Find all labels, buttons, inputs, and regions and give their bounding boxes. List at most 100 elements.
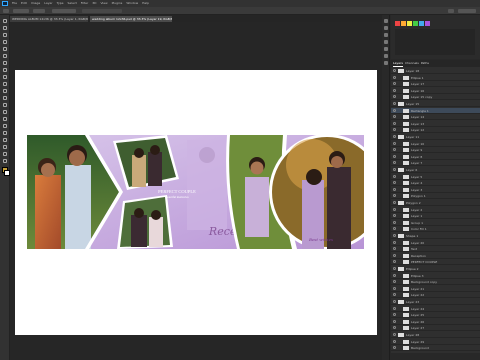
visibility-eye-icon[interactable] bbox=[393, 286, 396, 290]
menu-select[interactable]: Select bbox=[68, 0, 77, 7]
visibility-eye-icon[interactable] bbox=[393, 187, 396, 191]
layer-row[interactable]: Layer 17 bbox=[391, 81, 480, 88]
visibility-eye-icon[interactable] bbox=[393, 220, 396, 224]
eyedropper-tool-icon[interactable] bbox=[2, 61, 8, 66]
layer-row[interactable]: Reception bbox=[391, 253, 480, 259]
menu-filter[interactable]: Filter bbox=[81, 0, 88, 7]
layer-row[interactable]: Polygon 2 bbox=[391, 200, 480, 206]
layer-row[interactable]: Layer 10 bbox=[391, 141, 480, 147]
layer-row[interactable]: Layer 1 bbox=[391, 213, 480, 220]
layer-row[interactable]: Layer 21 bbox=[391, 286, 480, 292]
layer-row[interactable]: PERFECT COUPLE bbox=[391, 259, 480, 266]
swatch-purple[interactable] bbox=[425, 21, 430, 26]
blur-tool-icon[interactable] bbox=[2, 110, 8, 115]
tab-paths[interactable]: Paths bbox=[421, 60, 429, 67]
tab-layers[interactable]: Layers bbox=[393, 60, 403, 67]
show-transform-controls[interactable] bbox=[52, 9, 76, 13]
visibility-eye-icon[interactable] bbox=[393, 121, 396, 125]
visibility-eye-icon[interactable] bbox=[393, 141, 396, 145]
visibility-eye-icon[interactable] bbox=[393, 306, 396, 310]
visibility-eye-icon[interactable] bbox=[393, 293, 396, 297]
hand-tool-icon[interactable] bbox=[2, 152, 8, 157]
visibility-eye-icon[interactable] bbox=[393, 181, 396, 185]
layer-row[interactable]: Layer 8 bbox=[391, 154, 480, 160]
menu-3d[interactable]: 3D bbox=[92, 0, 96, 7]
visibility-eye-icon[interactable] bbox=[393, 95, 396, 99]
visibility-eye-icon[interactable] bbox=[393, 260, 396, 264]
layer-row[interactable]: Group 1 bbox=[391, 220, 480, 226]
visibility-eye-icon[interactable] bbox=[393, 326, 396, 330]
marquee-tool-icon[interactable] bbox=[2, 26, 8, 31]
visibility-eye-icon[interactable] bbox=[393, 247, 396, 251]
visibility-eye-icon[interactable] bbox=[393, 346, 396, 350]
layer-row[interactable]: Layer 27 bbox=[391, 325, 480, 332]
search-icon[interactable] bbox=[448, 9, 454, 13]
brushes-icon[interactable] bbox=[384, 47, 388, 51]
move-tool-icon[interactable] bbox=[3, 9, 9, 13]
layer-row[interactable]: Layer 4 bbox=[391, 180, 480, 187]
visibility-eye-icon[interactable] bbox=[393, 227, 396, 231]
move-tool-icon[interactable] bbox=[2, 19, 8, 24]
path-select-tool-icon[interactable] bbox=[2, 138, 8, 143]
visibility-eye-icon[interactable] bbox=[393, 207, 396, 211]
visibility-eye-icon[interactable] bbox=[393, 135, 396, 138]
menu-window[interactable]: Window bbox=[126, 0, 138, 7]
eraser-tool-icon[interactable] bbox=[2, 96, 8, 101]
layer-row[interactable]: Rectangle 1 bbox=[391, 107, 480, 114]
layer-row[interactable]: Ellipse 3 bbox=[391, 273, 480, 279]
visibility-eye-icon[interactable] bbox=[393, 88, 396, 92]
adjustments-icon[interactable] bbox=[384, 33, 388, 37]
visibility-eye-icon[interactable] bbox=[393, 333, 396, 336]
swatch-orange[interactable] bbox=[401, 21, 406, 26]
layer-row[interactable]: Layer 20 bbox=[391, 240, 480, 246]
visibility-eye-icon[interactable] bbox=[393, 313, 396, 317]
layer-row[interactable]: Layer 26 bbox=[391, 319, 480, 325]
menu-view[interactable]: View bbox=[100, 0, 107, 7]
visibility-eye-icon[interactable] bbox=[393, 148, 396, 152]
visibility-eye-icon[interactable] bbox=[393, 234, 396, 237]
history-icon[interactable] bbox=[384, 19, 388, 23]
layer-dropdown[interactable] bbox=[33, 9, 45, 13]
layer-row[interactable]: Layer 15 bbox=[391, 101, 480, 107]
dodge-tool-icon[interactable] bbox=[2, 117, 8, 122]
shape-tool-icon[interactable] bbox=[2, 145, 8, 150]
visibility-eye-icon[interactable] bbox=[393, 214, 396, 218]
visibility-eye-icon[interactable] bbox=[393, 319, 396, 323]
menu-layer[interactable]: Layer bbox=[44, 0, 52, 7]
align-buttons[interactable] bbox=[82, 9, 122, 13]
visibility-eye-icon[interactable] bbox=[393, 267, 396, 270]
healing-brush-tool-icon[interactable] bbox=[2, 68, 8, 73]
swatch-red[interactable] bbox=[395, 21, 400, 26]
visibility-eye-icon[interactable] bbox=[393, 161, 396, 165]
layer-row[interactable]: Layer 14 bbox=[391, 114, 480, 121]
layer-row[interactable]: Layer 9 bbox=[391, 147, 480, 154]
layer-row[interactable]: Layer 11 bbox=[391, 134, 480, 140]
layer-row[interactable]: Layer 6 bbox=[391, 167, 480, 173]
lasso-tool-icon[interactable] bbox=[2, 33, 8, 38]
visibility-eye-icon[interactable] bbox=[393, 339, 396, 343]
layer-row[interactable]: Layer 18 bbox=[391, 68, 480, 74]
menu-help[interactable]: Help bbox=[142, 0, 149, 7]
layer-row[interactable]: Layer 25 bbox=[391, 312, 480, 319]
menu-type[interactable]: Type bbox=[57, 0, 64, 7]
layer-row[interactable]: Background copy bbox=[391, 279, 480, 286]
character-icon[interactable] bbox=[384, 61, 388, 65]
gradient-tool-icon[interactable] bbox=[2, 103, 8, 108]
layer-row[interactable]: Layer 7 bbox=[391, 160, 480, 167]
visibility-eye-icon[interactable] bbox=[393, 75, 396, 79]
visibility-eye-icon[interactable] bbox=[393, 273, 396, 277]
layer-row[interactable]: Layer 12 bbox=[391, 127, 480, 134]
visibility-eye-icon[interactable] bbox=[393, 128, 396, 132]
swatch-green[interactable] bbox=[413, 21, 418, 26]
visibility-eye-icon[interactable] bbox=[393, 280, 396, 284]
properties-icon[interactable] bbox=[384, 26, 388, 30]
layer-row[interactable]: Background bbox=[391, 345, 480, 352]
clone-stamp-tool-icon[interactable] bbox=[2, 82, 8, 87]
layer-row[interactable]: Color Fill 1 bbox=[391, 226, 480, 233]
swatch-blue[interactable] bbox=[419, 21, 424, 26]
layer-row[interactable]: Polygon 1 bbox=[391, 193, 480, 200]
layer-row[interactable]: Layer 22 bbox=[391, 292, 480, 299]
layer-row[interactable]: Layer 5 bbox=[391, 174, 480, 180]
visibility-eye-icon[interactable] bbox=[393, 168, 396, 171]
visibility-eye-icon[interactable] bbox=[393, 174, 396, 178]
